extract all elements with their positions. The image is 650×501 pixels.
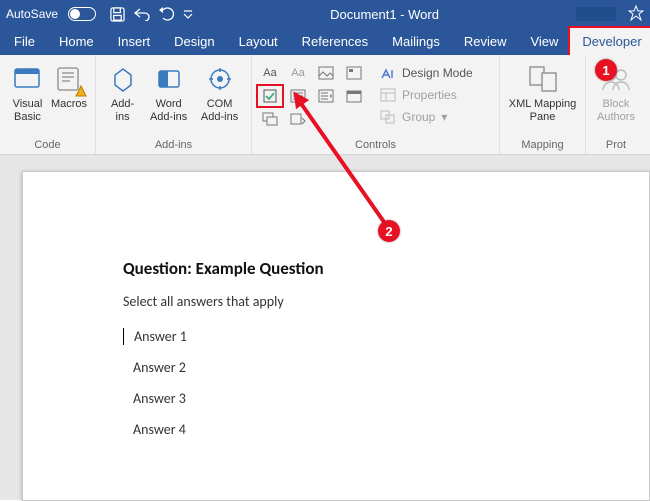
repeating-section-control-icon[interactable]: [258, 109, 282, 129]
undo-icon[interactable]: [133, 7, 151, 21]
group-code: Visual Basic Macros Code: [0, 55, 96, 154]
group-button[interactable]: Group ▾: [380, 107, 473, 127]
picture-control-icon[interactable]: [314, 63, 338, 83]
chevron-down-icon: ▾: [441, 110, 447, 124]
answer-item[interactable]: Answer 3: [123, 390, 649, 407]
rich-text-control-icon[interactable]: Aa: [258, 63, 282, 83]
group-btn-label: Group: [402, 110, 435, 124]
xml-mapping-label: XML Mapping Pane: [509, 98, 576, 123]
group-controls: Aa Aa Design Mode Properties: [252, 55, 500, 154]
question-subtext[interactable]: Select all answers that apply: [123, 293, 649, 310]
quick-access-toolbar: [110, 7, 193, 22]
word-addins-icon: [153, 63, 185, 95]
callout-badge-1: 1: [595, 59, 617, 81]
document-canvas[interactable]: Question: Example Question Select all an…: [0, 155, 650, 500]
document-title: Document1 - Word: [193, 7, 576, 22]
design-mode-button[interactable]: Design Mode: [380, 63, 473, 83]
addins-icon: [107, 63, 139, 95]
plain-text-control-icon[interactable]: Aa: [286, 63, 310, 83]
group-addins: Add- ins Word Add-ins COM Add-ins Add-in…: [96, 55, 252, 154]
group-addins-label: Add-ins: [102, 137, 245, 154]
word-addins-label: Word Add-ins: [150, 98, 187, 123]
properties-icon: [380, 88, 396, 102]
macros-label: Macros: [51, 98, 87, 111]
com-addins-icon: [204, 63, 236, 95]
visual-basic-button[interactable]: Visual Basic: [6, 59, 49, 127]
answer-item[interactable]: Answer 1: [123, 328, 649, 345]
tab-references[interactable]: References: [290, 28, 380, 55]
com-addins-label: COM Add-ins: [201, 98, 238, 123]
visual-basic-icon: [11, 63, 43, 95]
group-code-label: Code: [6, 137, 89, 154]
toggle-off-icon: [68, 7, 96, 21]
coming-soon-icon[interactable]: [628, 5, 644, 24]
date-picker-control-icon[interactable]: [342, 86, 366, 106]
qat-dropdown-icon[interactable]: [183, 9, 193, 19]
tab-design[interactable]: Design: [162, 28, 226, 55]
question-heading[interactable]: Question: Example Question: [123, 258, 649, 279]
group-controls-label: Controls: [258, 137, 493, 154]
properties-button[interactable]: Properties: [380, 85, 473, 105]
tab-home[interactable]: Home: [47, 28, 106, 55]
tab-mailings[interactable]: Mailings: [380, 28, 452, 55]
design-mode-icon: [380, 66, 396, 80]
visual-basic-label: Visual Basic: [8, 98, 47, 123]
dropdown-control-icon[interactable]: [314, 86, 338, 106]
com-addins-button[interactable]: COM Add-ins: [194, 59, 245, 127]
group-mapping-label: Mapping: [506, 137, 579, 154]
design-mode-label: Design Mode: [402, 66, 473, 80]
tab-layout[interactable]: Layout: [227, 28, 290, 55]
tab-view[interactable]: View: [518, 28, 570, 55]
addins-label: Add- ins: [111, 98, 134, 123]
autosave-label: AutoSave: [6, 7, 58, 21]
autosave-toggle[interactable]: AutoSave: [6, 7, 102, 21]
building-block-control-icon[interactable]: [342, 63, 366, 83]
tab-review[interactable]: Review: [452, 28, 519, 55]
callout-badge-2: 2: [378, 220, 400, 242]
answer-item[interactable]: Answer 2: [123, 359, 649, 376]
tab-developer[interactable]: Developer: [570, 28, 650, 55]
properties-label: Properties: [402, 88, 457, 102]
checkbox-control-icon[interactable]: [258, 86, 282, 106]
user-indicator[interactable]: [576, 7, 616, 21]
block-authors-label: Block Authors: [597, 98, 635, 123]
save-icon[interactable]: [110, 7, 125, 22]
group-icon: [380, 110, 396, 124]
word-addins-button[interactable]: Word Add-ins: [143, 59, 194, 127]
ribbon-tabs: File Home Insert Design Layout Reference…: [0, 28, 650, 55]
document-page[interactable]: Question: Example Question Select all an…: [22, 171, 650, 501]
tab-file[interactable]: File: [2, 28, 47, 55]
tab-insert[interactable]: Insert: [106, 28, 163, 55]
group-protect-label: Prot: [592, 137, 640, 154]
redo-icon[interactable]: [159, 7, 175, 21]
title-bar: AutoSave Document1 - Word: [0, 0, 650, 28]
macros-button[interactable]: Macros: [49, 59, 89, 115]
macros-icon: [53, 63, 85, 95]
answer-item[interactable]: Answer 4: [123, 421, 649, 438]
xml-mapping-button[interactable]: XML Mapping Pane: [506, 59, 579, 127]
addins-button[interactable]: Add- ins: [102, 59, 143, 127]
group-mapping: XML Mapping Pane Mapping: [500, 55, 586, 154]
answer-list: Answer 1 Answer 2 Answer 3 Answer 4: [123, 328, 649, 438]
xml-mapping-icon: [527, 63, 559, 95]
